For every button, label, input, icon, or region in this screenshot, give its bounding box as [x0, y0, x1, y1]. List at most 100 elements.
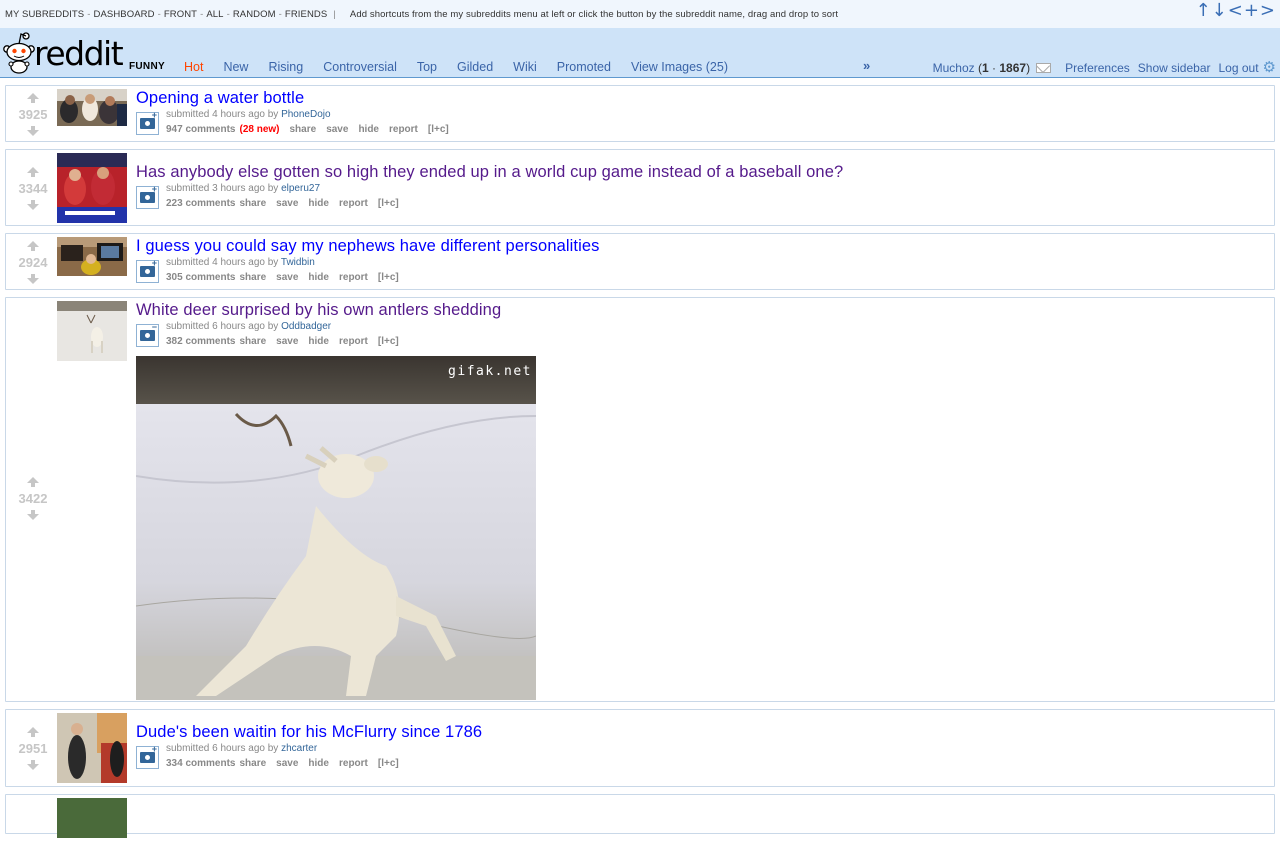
share-button[interactable]: share	[239, 336, 266, 347]
save-button[interactable]: save	[326, 124, 348, 135]
hide-button[interactable]: hide	[308, 336, 329, 347]
post-row: 3344 Has anybody else gotten so high the…	[5, 149, 1275, 226]
post-buttons: 223 comments share save hide report [l+c]	[166, 198, 409, 209]
post-author[interactable]: Twidbin	[281, 257, 315, 268]
post-row: 3925 Opening a water bottle + submitted …	[5, 85, 1275, 142]
gear-icon[interactable]: ⚙	[1263, 59, 1276, 76]
downvote-arrow-icon[interactable]	[27, 200, 39, 210]
post-score: 3925	[18, 107, 48, 122]
mail-icon[interactable]	[1036, 63, 1052, 73]
hide-button[interactable]: hide	[358, 124, 379, 135]
post-title[interactable]: I guess you could say my nephews have di…	[136, 236, 1264, 256]
post-title[interactable]: Dude's been waitin for his McFlurry sinc…	[136, 722, 1264, 742]
save-button[interactable]: save	[276, 336, 298, 347]
post-author[interactable]: elperu27	[281, 183, 320, 194]
post-author[interactable]: Oddbadger	[281, 321, 331, 332]
save-button[interactable]: save	[276, 198, 298, 209]
share-button[interactable]: share	[239, 272, 266, 283]
thumbnail-image	[57, 798, 127, 838]
downvote-arrow-icon[interactable]	[27, 274, 39, 284]
subreddit-name[interactable]: FUNNY	[129, 61, 165, 72]
expand-image-icon[interactable]: −	[136, 322, 159, 347]
tab-promoted[interactable]: Promoted	[547, 60, 621, 74]
logout-link[interactable]: Log out	[1219, 61, 1259, 75]
report-button[interactable]: report	[339, 336, 368, 347]
downvote-arrow-icon[interactable]	[27, 126, 39, 136]
upvote-arrow-icon[interactable]	[27, 477, 39, 487]
report-button[interactable]: report	[339, 758, 368, 769]
link-comments-button[interactable]: [l+c]	[378, 272, 399, 283]
comments-link[interactable]: 947 comments	[166, 124, 235, 135]
new-comments-count[interactable]: (28 new)	[239, 124, 279, 135]
tab-hot[interactable]: Hot	[174, 60, 213, 74]
tab-rising[interactable]: Rising	[258, 60, 313, 74]
report-button[interactable]: report	[339, 198, 368, 209]
reddit-logo[interactable]: reddit	[2, 29, 124, 75]
random-link[interactable]: RANDOM	[233, 9, 276, 20]
post-tagline: submitted 4 hours ago by Twidbin	[166, 257, 315, 268]
tab-wiki[interactable]: Wiki	[503, 60, 547, 74]
comments-link[interactable]: 334 comments	[166, 758, 235, 769]
comments-link[interactable]: 223 comments	[166, 198, 235, 209]
downvote-arrow-icon[interactable]	[27, 760, 39, 770]
upvote-arrow-icon[interactable]	[27, 167, 39, 177]
link-comments-button[interactable]: [l+c]	[378, 758, 399, 769]
link-comments-button[interactable]: [l+c]	[378, 198, 399, 209]
link-comments-button[interactable]: [l+c]	[428, 124, 449, 135]
more-tabs-button[interactable]: »	[863, 58, 870, 73]
report-button[interactable]: report	[339, 272, 368, 283]
post-thumbnail[interactable]	[57, 798, 127, 838]
share-button[interactable]: share	[290, 124, 317, 135]
report-button[interactable]: report	[389, 124, 418, 135]
post-buttons: 334 comments share save hide report [l+c]	[166, 758, 409, 769]
hide-button[interactable]: hide	[308, 272, 329, 283]
tab-gilded[interactable]: Gilded	[447, 60, 503, 74]
dashboard-link[interactable]: DASHBOARD	[94, 9, 155, 20]
upvote-arrow-icon[interactable]	[27, 93, 39, 103]
front-link[interactable]: FRONT	[164, 9, 197, 20]
tab-new[interactable]: New	[213, 60, 258, 74]
post-title[interactable]: Has anybody else gotten so high they end…	[136, 162, 1264, 182]
show-sidebar-link[interactable]: Show sidebar	[1138, 61, 1211, 75]
post-score: 3344	[18, 181, 48, 196]
tab-top[interactable]: Top	[407, 60, 447, 74]
friends-link[interactable]: FRIENDS	[285, 9, 327, 20]
save-button[interactable]: save	[276, 272, 298, 283]
share-button[interactable]: share	[239, 198, 266, 209]
hide-button[interactable]: hide	[308, 758, 329, 769]
post-author[interactable]: zhcarter	[281, 743, 317, 754]
expand-image-icon[interactable]: +	[136, 184, 159, 209]
post-title[interactable]: Opening a water bottle	[136, 88, 1264, 108]
post-thumbnail[interactable]	[57, 237, 127, 276]
username-link[interactable]: Muchoz	[933, 61, 975, 75]
expanded-image[interactable]: gifak.net	[136, 356, 536, 700]
preferences-link[interactable]: Preferences	[1065, 61, 1130, 75]
tab-view-images[interactable]: View Images (25)	[621, 60, 738, 74]
upvote-arrow-icon[interactable]	[27, 241, 39, 251]
all-link[interactable]: ALL	[206, 9, 223, 20]
hide-button[interactable]: hide	[308, 198, 329, 209]
post-title[interactable]: White deer surprised by his own antlers …	[136, 300, 1264, 320]
upvote-arrow-icon[interactable]	[27, 727, 39, 737]
post-score: 2951	[18, 741, 48, 756]
post-entry: Has anybody else gotten so high they end…	[136, 162, 1264, 216]
shortcut-sort-controls[interactable]: ↑↓<+>	[1196, 0, 1276, 21]
post-thumbnail[interactable]	[57, 153, 127, 223]
downvote-arrow-icon[interactable]	[27, 510, 39, 520]
tab-controversial[interactable]: Controversial	[313, 60, 407, 74]
post-thumbnail[interactable]	[57, 713, 127, 783]
expand-image-icon[interactable]: +	[136, 110, 159, 135]
my-subreddits-link[interactable]: MY SUBREDDITS	[5, 9, 84, 20]
comments-link[interactable]: 305 comments	[166, 272, 235, 283]
post-author[interactable]: PhoneDojo	[281, 109, 330, 120]
expand-image-icon[interactable]: +	[136, 258, 159, 283]
post-thumbnail[interactable]	[57, 89, 127, 126]
post-thumbnail[interactable]	[57, 301, 127, 361]
share-button[interactable]: share	[239, 758, 266, 769]
expand-image-icon[interactable]: +	[136, 744, 159, 769]
link-comments-button[interactable]: [l+c]	[378, 336, 399, 347]
vote-box: 3925	[6, 93, 60, 136]
user-bar: Muchoz (1 · 1867) Preferences Show sidebar…	[932, 59, 1276, 76]
comments-link[interactable]: 382 comments	[166, 336, 235, 347]
save-button[interactable]: save	[276, 758, 298, 769]
